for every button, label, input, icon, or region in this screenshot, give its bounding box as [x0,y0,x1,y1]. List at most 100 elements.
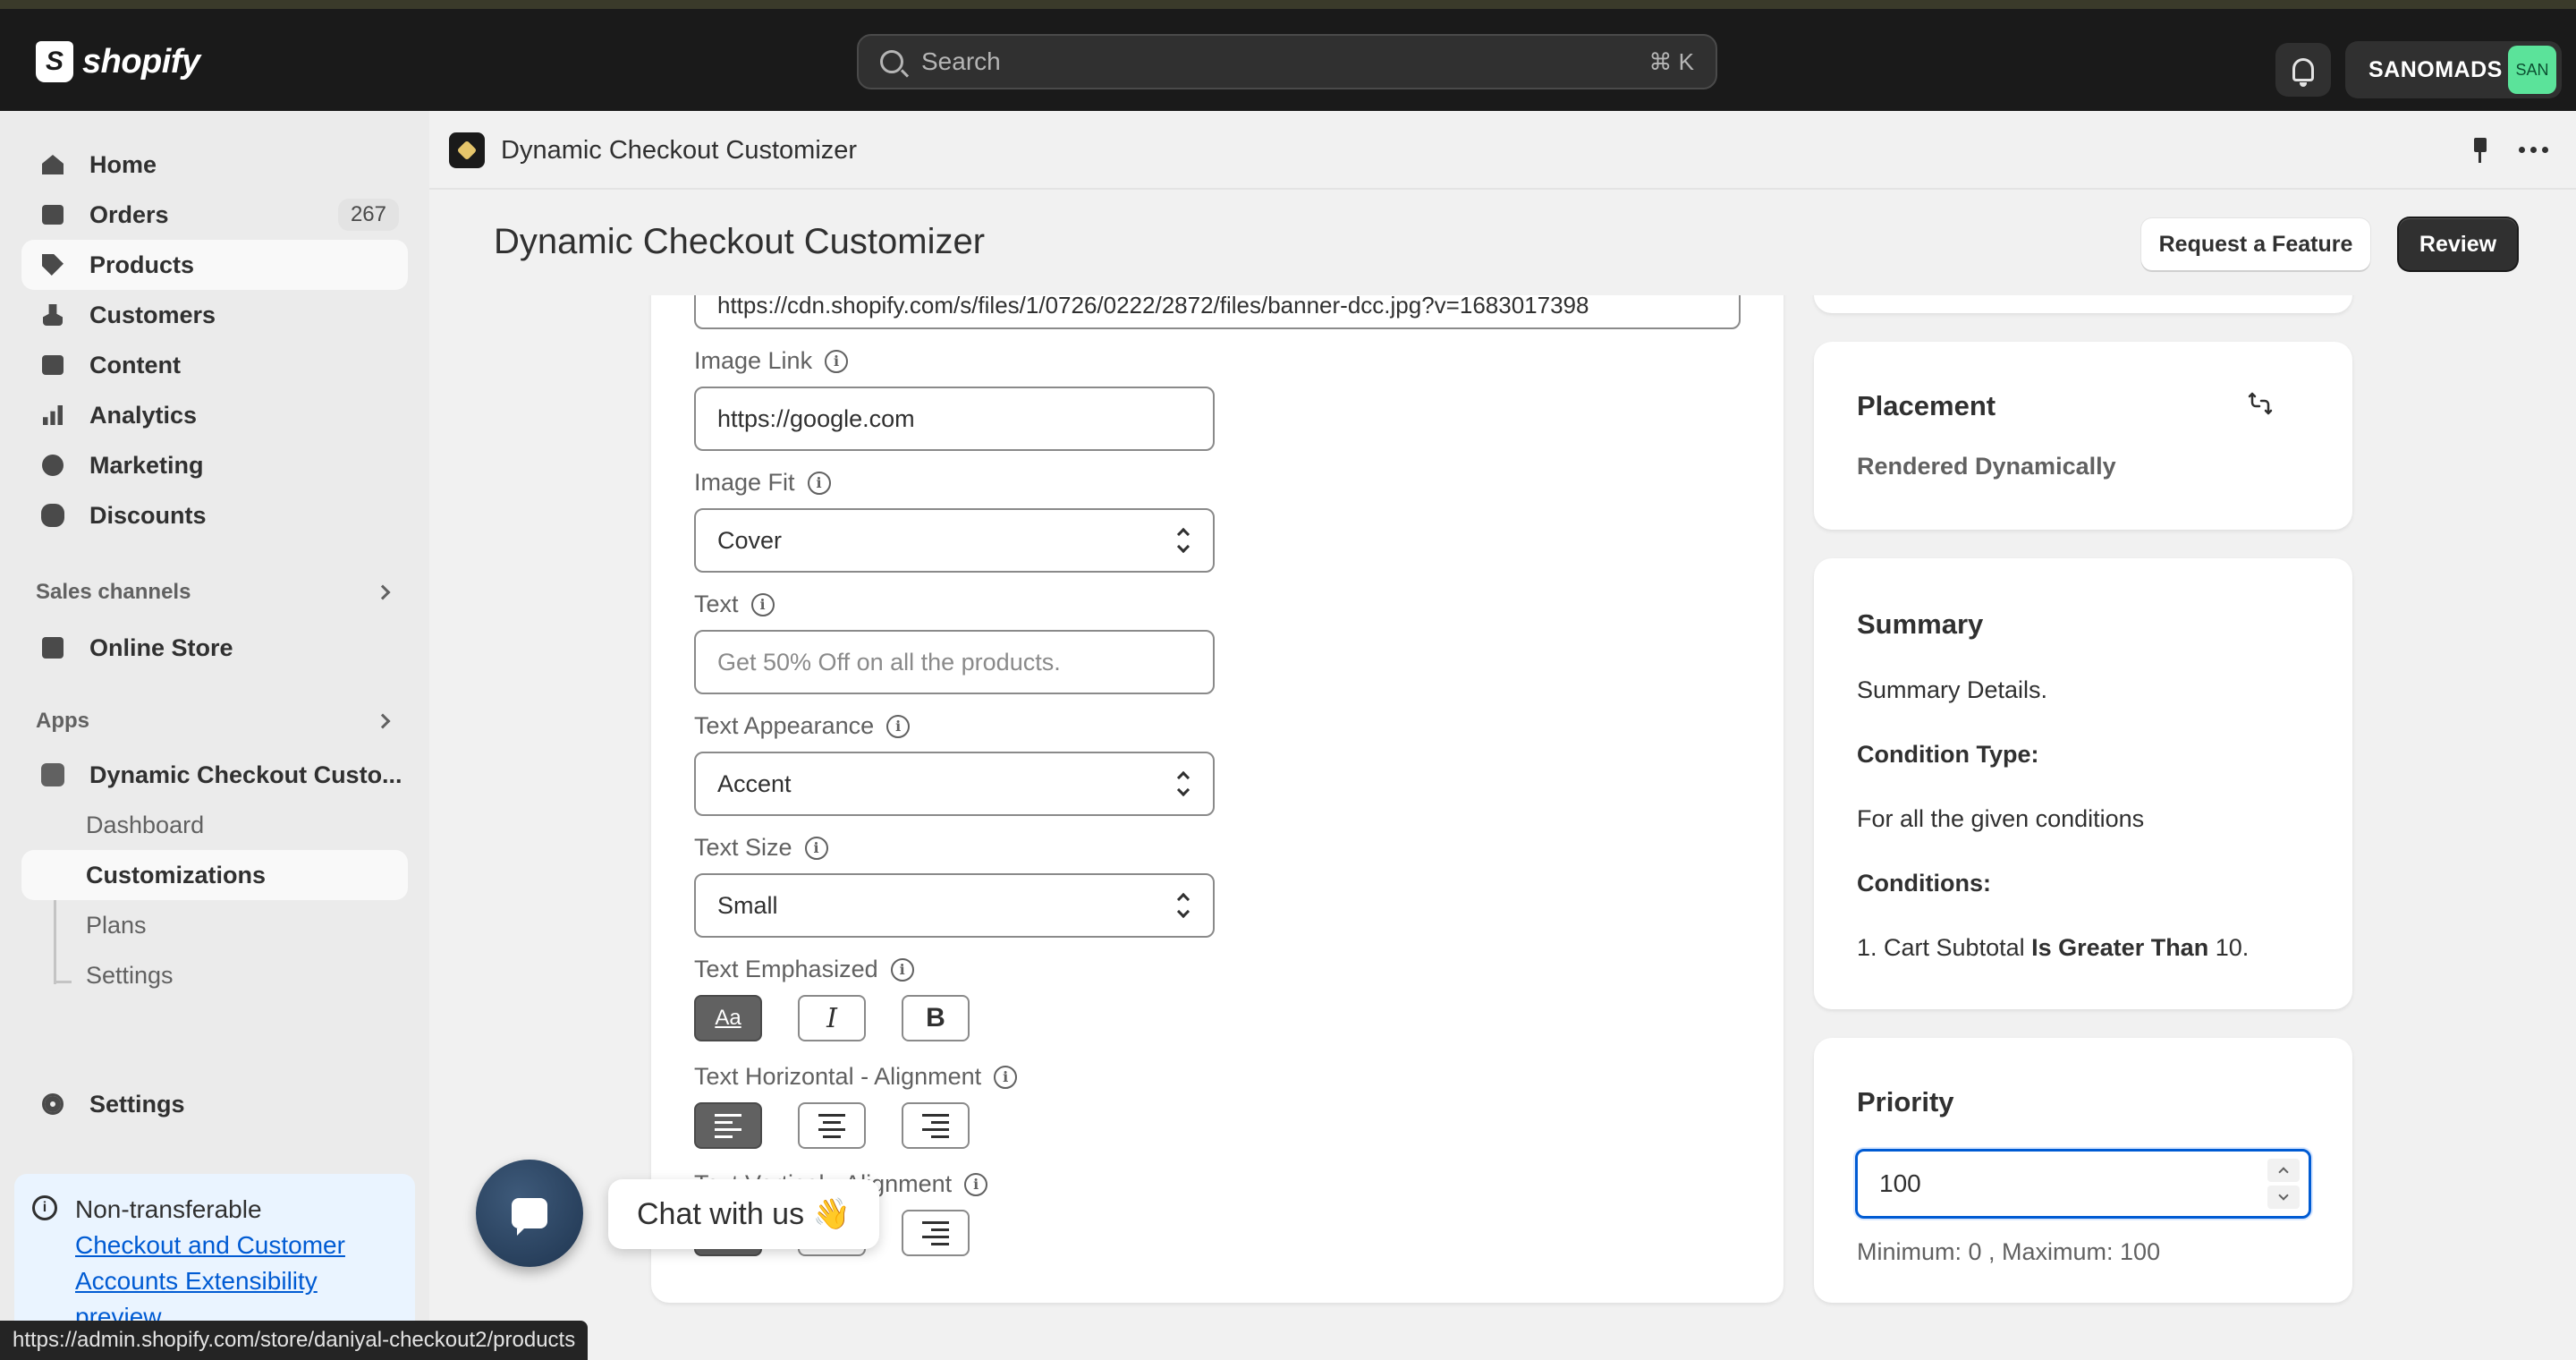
more-actions-icon[interactable] [2519,147,2548,153]
app-logo-icon [449,132,485,168]
priority-stepper[interactable] [2267,1159,2300,1209]
image-fit-value: Cover [717,526,783,554]
sidebar-item-orders[interactable]: Orders 267 [21,190,408,240]
home-icon [39,151,66,178]
sidebar-item-content[interactable]: Content [21,340,408,390]
sidebar-item-label: Marketing [89,451,204,479]
summary-details: Summary Details. [1857,676,2048,703]
image-url-field[interactable]: https://cdn.shopify.com/s/files/1/0726/0… [694,295,1741,329]
search-bar[interactable]: Search ⌘ K [857,34,1717,89]
sidebar-item-customers[interactable]: Customers [21,290,408,340]
status-url: https://admin.shopify.com/store/daniyal-… [0,1321,589,1360]
emphasis-normal-button[interactable]: Aa [694,995,762,1041]
stepper-up-icon[interactable] [2267,1159,2300,1182]
sidebar-item-products[interactable]: Products [21,240,408,290]
pin-icon[interactable] [2470,138,2488,163]
emphasis-italic-button[interactable]: I [798,995,866,1041]
shopify-logo[interactable]: shopify [36,41,200,82]
info-icon[interactable]: i [804,836,828,860]
placement-card: Placement Rendered Dynamically [1814,342,2352,530]
align-center-button[interactable] [798,1102,866,1149]
target-icon [39,452,66,479]
sidebar-item-marketing[interactable]: Marketing [21,440,408,490]
notifications-button[interactable] [2275,43,2331,97]
discount-icon [39,502,66,529]
priority-value: 100 [1879,1169,1921,1197]
sidebar-item-label: Analytics [89,401,198,429]
info-icon: i [32,1195,57,1220]
priority-input[interactable]: 100 [1855,1149,2311,1219]
valign-bottom-icon [922,1220,949,1245]
priority-card: Priority 100 Minimum: 0 , Maximum: 100 [1814,1038,2352,1303]
sidebar-item-label: Content [89,351,181,378]
sidebar-item-label: Home [89,150,157,178]
search-placeholder: Search [921,47,1001,75]
align-left-button[interactable] [694,1102,762,1149]
apps-heading: Apps [36,709,89,733]
sidebar-subitem-settings[interactable]: Settings [21,950,408,1000]
banner-settings-card: https://cdn.shopify.com/s/files/1/0726/0… [651,295,1784,1303]
inbox-icon [39,201,66,228]
chat-launcher-button[interactable] [476,1160,583,1267]
image-link-label-text: Image Link [694,347,813,374]
sidebar: Home Orders 267 Products Customers Conte… [0,111,429,1360]
emphasis-bold-button[interactable]: B [902,995,970,1041]
sidebar-subitem-customizations[interactable]: Customizations [21,850,408,900]
sidebar-item-discounts[interactable]: Discounts [21,490,408,540]
condition-value: 10. [2215,934,2250,961]
review-button[interactable]: Review [2399,218,2517,270]
stepper-down-icon[interactable] [2267,1186,2300,1209]
top-bar: shopify Search ⌘ K SANOMADS SAN [0,0,2576,111]
image-fit-select[interactable]: Cover [694,508,1215,573]
sidebar-item-settings[interactable]: Settings [21,1079,408,1129]
info-icon[interactable]: i [750,592,775,616]
app-icon [39,761,66,788]
text-size-value: Small [717,891,778,919]
sidebar-item-home[interactable]: Home [21,140,408,190]
request-feature-button[interactable]: Request a Feature [2141,218,2370,270]
priority-heading: Priority [1857,1086,1954,1118]
select-chevron-icon [1176,892,1191,919]
image-fit-label-text: Image Fit [694,469,795,496]
tag-icon [39,251,66,278]
text-appearance-value: Accent [717,769,792,797]
text-size-select[interactable]: Small [694,873,1215,938]
text-field[interactable]: Get 50% Off on all the products. [694,630,1215,694]
app-header: Dynamic Checkout Customizer [429,111,2576,190]
info-icon[interactable]: i [825,349,849,373]
valign-bottom-button[interactable] [902,1210,970,1256]
sidebar-item-analytics[interactable]: Analytics [21,390,408,440]
summary-card: Summary Summary Details. Condition Type:… [1814,558,2352,1009]
sidebar-item-label: Orders [89,200,169,228]
chevron-right-icon[interactable] [375,584,391,600]
notice-title: Non-transferable [75,1195,262,1223]
align-right-button[interactable] [902,1102,970,1149]
image-fit-label: Image Fit i [694,469,831,497]
sidebar-subitem-plans[interactable]: Plans [21,900,408,950]
chevron-right-icon[interactable] [375,713,391,729]
info-icon[interactable]: i [886,714,911,738]
info-icon[interactable]: i [807,471,831,495]
info-icon[interactable]: i [994,1065,1018,1089]
app-header-title: Dynamic Checkout Customizer [501,136,858,165]
text-appearance-select[interactable]: Accent [694,752,1215,816]
placement-value: Rendered Dynamically [1857,453,2116,480]
page-title: Dynamic Checkout Customizer [494,222,986,261]
text-emphasized-label-text: Text Emphasized [694,956,878,982]
image-link-label: Image Link i [694,347,849,375]
chat-label[interactable]: Chat with us 👋 [608,1179,879,1249]
sidebar-item-label: Products [89,251,195,278]
info-icon[interactable]: i [890,957,914,982]
sidebar-item-online-store[interactable]: Online Store [21,623,408,673]
sidebar-item-app[interactable]: Dynamic Checkout Custo... [21,750,408,800]
swap-icon[interactable] [2247,390,2274,417]
store-menu-button[interactable]: SANOMADS SAN [2345,41,2562,98]
image-link-field[interactable]: https://google.com [694,387,1215,451]
avatar: SAN [2508,46,2556,94]
summary-heading: Summary [1857,608,1984,640]
logo-text: shopify [82,42,200,81]
sidebar-subitem-dashboard[interactable]: Dashboard [21,800,408,850]
text-label-text: Text [694,591,739,617]
info-icon[interactable]: i [964,1172,988,1196]
notice-link[interactable]: Checkout and Customer Accounts Extensibi… [75,1228,397,1335]
